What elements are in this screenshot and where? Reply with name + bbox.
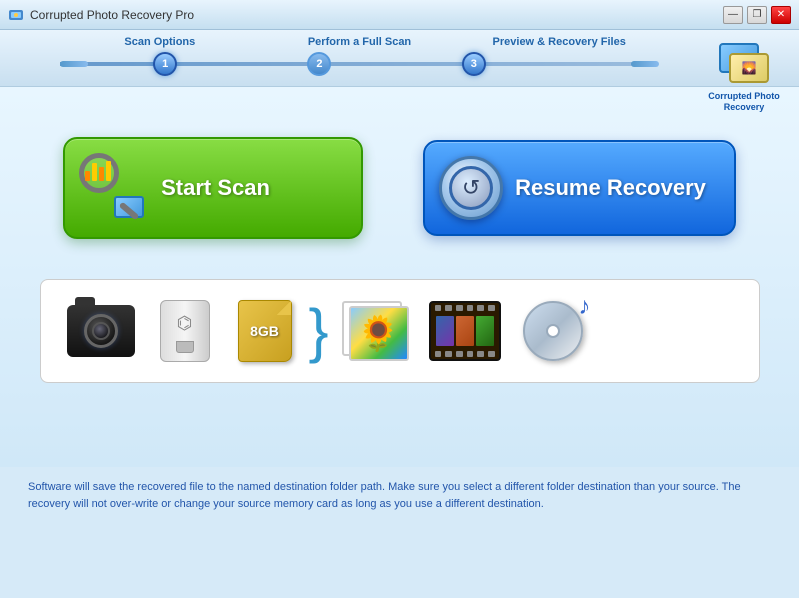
usb-drive-icon: ⌬ — [149, 296, 221, 366]
hole-b3 — [456, 351, 463, 357]
minimize-button[interactable]: — — [723, 6, 743, 24]
icons-strip: ⌬ 8GB } 🌻 — [40, 279, 760, 383]
step-dot-2: 2 — [307, 52, 331, 76]
hole-b6 — [488, 351, 495, 357]
bar-3 — [99, 167, 104, 181]
bracket-symbol: } — [309, 301, 329, 361]
sunflower-emoji: 🌻 — [357, 314, 399, 354]
resume-recovery-button[interactable]: ↺ Resume Recovery — [423, 140, 736, 236]
sd-notch — [277, 301, 291, 315]
title-bar: Corrupted Photo Recovery Pro — ❐ ✕ — [0, 0, 799, 30]
hole-b2 — [445, 351, 452, 357]
film-strip-icon — [425, 296, 505, 366]
chart-bars — [85, 161, 111, 181]
bottom-info-text: Software will save the recovered file to… — [0, 467, 799, 524]
film-frame-1 — [436, 316, 454, 346]
step-dot-1: 1 — [153, 52, 177, 76]
music-note-symbol: ♪ — [579, 293, 591, 321]
sd-label: 8GB — [250, 323, 279, 339]
step-track: 1 2 3 — [0, 52, 799, 76]
resume-recovery-label: Resume Recovery — [515, 175, 706, 201]
hole-b5 — [477, 351, 484, 357]
app-logo: 🌄 Corrupted Photo Recovery — [699, 38, 789, 118]
step-bar: Scan Options Perform a Full Scan Preview… — [0, 30, 799, 87]
main-content: Start Scan ↺ Resume Recovery — [0, 87, 799, 467]
window-controls: — ❐ ✕ — [723, 6, 791, 24]
logo-text-line2: Recovery — [724, 102, 765, 113]
hole-b1 — [435, 351, 442, 357]
close-button[interactable]: ✕ — [771, 6, 791, 24]
maximize-button[interactable]: ❐ — [747, 6, 767, 24]
hole-t4 — [467, 305, 474, 311]
camera-body — [67, 305, 135, 357]
photos-icon: 🌻 — [337, 296, 417, 366]
logo-front-card: 🌄 — [729, 53, 769, 83]
step-bar-section: Scan Options Perform a Full Scan Preview… — [0, 30, 799, 87]
sd-card-icon: 8GB — [229, 296, 301, 366]
bar-4 — [106, 161, 111, 181]
film-frames — [436, 316, 494, 346]
usb-body: ⌬ — [160, 300, 210, 362]
bottom-text-content: Software will save the recovered file to… — [28, 481, 741, 510]
lens-inner — [92, 322, 110, 340]
step-start-bar — [60, 61, 88, 67]
disc-center — [546, 324, 560, 338]
start-scan-label: Start Scan — [161, 175, 270, 201]
scan-icon — [79, 153, 149, 223]
step-labels: Scan Options Perform a Full Scan Preview… — [0, 36, 799, 48]
time-machine-arrow: ↺ — [462, 175, 480, 201]
step-label-3: Preview & Recovery Files — [459, 36, 739, 48]
music-icon: ♪ — [513, 296, 593, 366]
start-scan-button[interactable]: Start Scan — [63, 137, 363, 239]
logo-text-line1: Corrupted Photo — [708, 91, 780, 102]
time-machine-inner: ↺ — [449, 166, 493, 210]
hole-t5 — [477, 305, 484, 311]
step-end-bar — [631, 61, 659, 67]
step-label-2: Perform a Full Scan — [260, 36, 460, 48]
hole-t1 — [435, 305, 442, 311]
film-holes-top — [431, 303, 499, 313]
usb-plug — [176, 341, 194, 353]
film-holes-bottom — [431, 349, 499, 359]
buttons-row: Start Scan ↺ Resume Recovery — [63, 137, 736, 239]
app-icon — [8, 7, 24, 23]
film-frame-3 — [476, 316, 494, 346]
step-dot-3-container: 3 — [397, 52, 631, 76]
camera-lens — [84, 314, 118, 348]
bar-1 — [85, 171, 90, 181]
step-dot-3: 3 — [462, 52, 486, 76]
sd-card-body: 8GB — [238, 300, 292, 362]
camera-icon — [61, 296, 141, 366]
hole-t3 — [456, 305, 463, 311]
hole-b4 — [467, 351, 474, 357]
photo-front: 🌻 — [349, 306, 409, 361]
hole-t2 — [445, 305, 452, 311]
step-label-1: Scan Options — [60, 36, 260, 48]
magnifier-icon — [79, 153, 144, 218]
hole-t6 — [488, 305, 495, 311]
time-machine-icon: ↺ — [439, 156, 503, 220]
music-disc: ♪ — [523, 301, 583, 361]
film-frame-2 — [456, 316, 474, 346]
film-strip-body — [429, 301, 501, 361]
step-dot-2-container: 2 — [242, 52, 396, 76]
logo-image: 🌄 — [714, 43, 774, 88]
app-title: Corrupted Photo Recovery Pro — [30, 8, 723, 22]
camera-top — [75, 297, 95, 305]
bar-2 — [92, 163, 97, 181]
step-dot-1-container: 1 — [88, 52, 242, 76]
usb-symbol: ⌬ — [177, 313, 193, 334]
